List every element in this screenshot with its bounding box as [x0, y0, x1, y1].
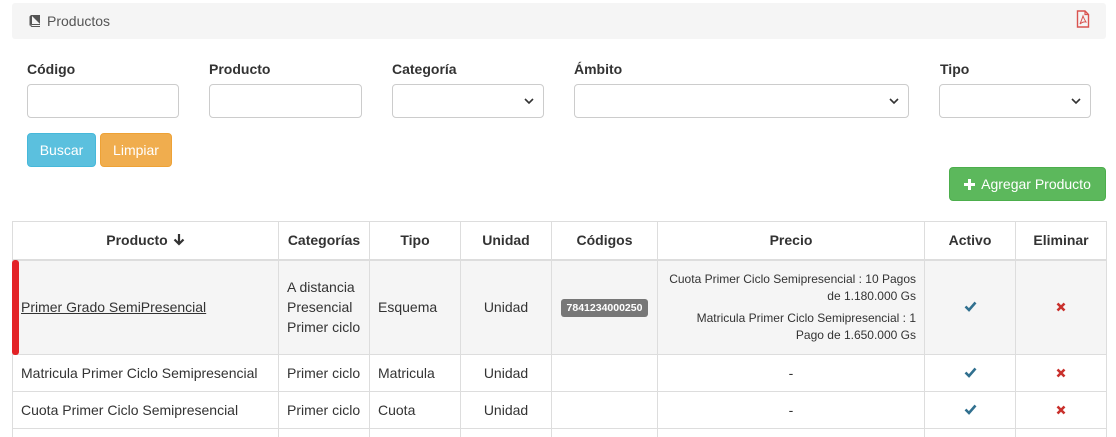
pdf-icon[interactable]	[1075, 10, 1091, 28]
categories-cell: Primer ciclo	[278, 391, 370, 429]
header-producto[interactable]: Producto	[12, 221, 279, 261]
product-name: Cuota Primer Ciclo Semipresencial	[12, 391, 279, 429]
header-eliminar: Eliminar	[1015, 221, 1107, 261]
tipo-cell: Cuota	[369, 391, 461, 429]
check-icon[interactable]	[964, 404, 977, 415]
categories-cell: Primer ciclo	[278, 354, 370, 392]
category-item: Primer ciclo	[287, 319, 361, 336]
header-codigos: Códigos	[551, 221, 658, 261]
codigo-input[interactable]	[27, 84, 179, 118]
products-table: Producto Categorías Tipo Unidad Códigos …	[12, 221, 1107, 437]
category-item: Presencial	[287, 299, 353, 316]
arrow-down-icon	[173, 234, 184, 246]
table-row-partial	[12, 428, 1107, 437]
header-precio: Precio	[657, 221, 925, 261]
clear-button[interactable]: Limpiar	[100, 133, 172, 167]
producto-label: Producto	[209, 61, 271, 77]
header-unidad: Unidad	[460, 221, 552, 261]
close-icon[interactable]	[1056, 368, 1066, 378]
search-button[interactable]: Buscar	[27, 133, 96, 167]
chevron-down-icon	[1071, 98, 1081, 105]
price-cell: -	[657, 354, 925, 392]
tipo-cell: Matricula	[369, 354, 461, 392]
price-line: Matricula Primer Ciclo Semipresencial : …	[696, 310, 916, 342]
table-header-row: Producto Categorías Tipo Unidad Códigos …	[12, 221, 1107, 261]
add-product-label: Agregar Producto	[981, 176, 1091, 192]
product-link[interactable]: Primer Grado SemiPresencial	[21, 299, 206, 315]
tipo-label: Tipo	[940, 61, 970, 77]
code-badge: 7841234000250	[560, 298, 649, 317]
row-highlight-marker	[12, 260, 19, 355]
table-row[interactable]: Matricula Primer Ciclo Semipresencial Pr…	[12, 354, 1107, 392]
product-name: Matricula Primer Ciclo Semipresencial	[12, 354, 279, 392]
codigo-cell	[551, 354, 658, 392]
price-cell: -	[657, 391, 925, 429]
unidad-cell: Unidad	[460, 259, 552, 355]
codigo-cell	[551, 391, 658, 429]
panel-heading: Productos	[12, 3, 1106, 39]
close-icon[interactable]	[1056, 405, 1066, 415]
price-cell: Cuota Primer Ciclo Semipresencial : 10 P…	[657, 259, 925, 355]
chevron-down-icon	[889, 98, 899, 105]
ambito-label: Ámbito	[574, 61, 623, 77]
table-row[interactable]: Primer Grado SemiPresencial A distancia …	[12, 259, 1107, 355]
chevron-down-icon	[524, 98, 534, 105]
codigo-label: Código	[27, 61, 76, 77]
table-row[interactable]: Cuota Primer Ciclo Semipresencial Primer…	[12, 391, 1107, 429]
check-icon[interactable]	[964, 301, 977, 313]
add-product-button[interactable]: Agregar Producto	[949, 167, 1106, 201]
panel-title: Productos	[47, 13, 111, 29]
header-activo: Activo	[924, 221, 1016, 261]
header-tipo: Tipo	[369, 221, 461, 261]
categories-cell: A distancia Presencial Primer ciclo	[278, 259, 370, 355]
ambito-select[interactable]	[574, 84, 909, 118]
header-categorias: Categorías	[278, 221, 370, 261]
tipo-cell: Esquema	[369, 259, 461, 355]
price-line: Cuota Primer Ciclo Semipresencial : 10 P…	[669, 271, 916, 303]
producto-input[interactable]	[209, 84, 362, 118]
unidad-cell: Unidad	[460, 354, 552, 392]
book-icon	[29, 15, 40, 27]
categoria-label: Categoría	[392, 61, 457, 77]
plus-icon	[964, 179, 976, 190]
unidad-cell: Unidad	[460, 391, 552, 429]
close-icon[interactable]	[1056, 302, 1066, 312]
categoria-select[interactable]	[392, 84, 544, 118]
tipo-select[interactable]	[939, 84, 1091, 118]
category-item: A distancia	[287, 279, 355, 296]
check-icon[interactable]	[964, 367, 977, 378]
